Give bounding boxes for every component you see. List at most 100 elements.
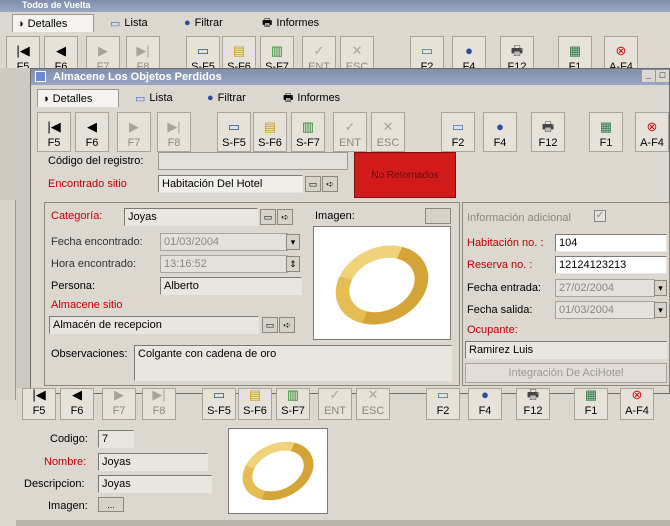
back-tab-lista[interactable]: ▭ Lista (106, 14, 152, 32)
toolbar-button-f12[interactable]: 🖶 F12 (500, 36, 534, 68)
toolbar-button-a-f4[interactable]: ⊗ A-F4 (604, 36, 638, 68)
goto-arrow-icon[interactable]: ➪ (279, 317, 295, 333)
info-adicional-checkbox[interactable]: ✓ (594, 210, 606, 222)
toolbar-button-f1[interactable]: ▦ F1 (589, 112, 623, 152)
toolbar-key-label: F8 (152, 405, 166, 417)
new-record-icon: ▭ (212, 387, 226, 402)
folder-icon[interactable]: ▭ (260, 209, 276, 225)
fecha-salida-field[interactable]: 01/03/2004 (555, 301, 655, 319)
next-record-icon: ▶ (114, 387, 124, 402)
next-record-icon: ▶ (129, 119, 139, 134)
previous-record-icon: ◀ (56, 43, 66, 58)
toolbar-button-ent[interactable]: ✓ ENT (333, 112, 367, 152)
reserva-field[interactable]: 12124123213 (555, 256, 667, 274)
status-badge: No Retornados (354, 152, 456, 198)
imagen-browse-button[interactable] (425, 208, 451, 224)
toolbar-button-f6[interactable]: ◀ F6 (44, 36, 78, 68)
toolbar-button-s-f5[interactable]: ▭ S-F5 (202, 388, 236, 420)
chevron-down-icon[interactable]: ▾ (654, 302, 667, 318)
encontrado-sitio-field[interactable]: Habitación Del Hotel (158, 175, 303, 193)
toolbar-button-f5[interactable]: |◀ F5 (6, 36, 40, 68)
maximize-icon[interactable]: □ (656, 70, 669, 82)
toolbar-button-f4[interactable]: ● F4 (483, 112, 517, 152)
toolbar-key-label: ESC (345, 61, 369, 68)
tab-detalles[interactable]: ◑ Detalles (37, 89, 119, 107)
toolbar-button-f5[interactable]: |◀ F5 (37, 112, 71, 152)
toolbar-button-f7[interactable]: ▶ F7 (117, 112, 151, 152)
toolbar-button-f2[interactable]: ▭ F2 (441, 112, 475, 152)
toolbar-button-ent[interactable]: ✓ ENT (302, 36, 336, 68)
spin-stepper-icon[interactable]: ⇕ (286, 256, 300, 272)
registro-field[interactable] (158, 152, 348, 170)
toolbar-button-s-f5[interactable]: ▭ S-F5 (186, 36, 220, 68)
toolbar-button-f6[interactable]: ◀ F6 (60, 388, 94, 420)
confirm-icon: ✓ (329, 387, 341, 402)
toolbar-button-f8[interactable]: ▶| F8 (126, 36, 160, 68)
edit-icon: ▭ (436, 387, 450, 402)
toolbar-button-f7[interactable]: ▶ F7 (102, 388, 136, 420)
categoria-field[interactable]: Joyas (124, 208, 258, 226)
observaciones-field[interactable]: Colgante con cadena de oro (134, 345, 452, 381)
status-strip (16, 520, 670, 526)
nombre-field[interactable]: Joyas (98, 453, 208, 471)
integracion-button[interactable]: Integración De AciHotel (465, 363, 667, 383)
fecha-field[interactable]: 01/03/2004 (160, 233, 288, 251)
persona-field[interactable]: Alberto (160, 277, 302, 295)
toolbar-button-f8[interactable]: ▶| F8 (157, 112, 191, 152)
almacene-sitio-field[interactable]: Almacén de recepcion (49, 316, 259, 334)
toolbar-button-f12[interactable]: 🖶 F12 (516, 388, 550, 420)
toolbar-button-s-f7[interactable]: ▥ S-F7 (276, 388, 310, 420)
tab-lista[interactable]: ▭ Lista (131, 89, 177, 107)
toolbar-button-f6[interactable]: ◀ F6 (75, 112, 109, 152)
toolbar-button-s-f5[interactable]: ▭ S-F5 (217, 112, 251, 152)
back-tab-filtrar[interactable]: ● Filtrar (180, 14, 227, 32)
descripcion-field[interactable]: Joyas (98, 475, 212, 493)
toolbar-button-f8[interactable]: ▶| F8 (142, 388, 176, 420)
toolbar-button-s-f6[interactable]: ▤ S-F6 (253, 112, 287, 152)
toolbar-button-esc[interactable]: ✕ ESC (371, 112, 405, 152)
toolbar-button-s-f6[interactable]: ▤ S-F6 (238, 388, 272, 420)
toolbar-button-f5[interactable]: |◀ F5 (22, 388, 56, 420)
back-tab-detalles[interactable]: ◑ Detalles (12, 14, 94, 32)
toolbar-button-f2[interactable]: ▭ F2 (410, 36, 444, 68)
bottom-imagen-label: Imagen: (48, 500, 88, 512)
print-icon: 🖶 (526, 387, 540, 402)
toolbar-button-f12[interactable]: 🖶 F12 (531, 112, 565, 152)
toolbar-button-f4[interactable]: ● F4 (452, 36, 486, 68)
toolbar-button-f2[interactable]: ▭ F2 (426, 388, 460, 420)
toolbar-key-label: F4 (493, 137, 507, 149)
last-record-icon: ▶| (167, 119, 181, 134)
toolbar-button-s-f7[interactable]: ▥ S-F7 (291, 112, 325, 152)
chevron-down-icon[interactable]: ▾ (654, 280, 667, 296)
tab-informes[interactable]: 🖶 Informes (279, 89, 344, 107)
codigo-label: Codigo: (50, 433, 88, 445)
chevron-down-icon[interactable]: ▾ (286, 234, 300, 250)
habitacion-field[interactable]: 104 (555, 234, 667, 252)
toolbar-button-a-f4[interactable]: ⊗ A-F4 (620, 388, 654, 420)
toolbar-button-esc[interactable]: ✕ ESC (356, 388, 390, 420)
goto-arrow-icon[interactable]: ➪ (322, 176, 338, 192)
minimize-icon[interactable]: _ (642, 70, 655, 82)
toolbar-button-esc[interactable]: ✕ ESC (340, 36, 374, 68)
toolbar-button-f7[interactable]: ▶ F7 (86, 36, 120, 68)
goto-arrow-icon[interactable]: ➪ (277, 209, 293, 225)
bottom-imagen-button[interactable]: ... (98, 497, 124, 512)
toolbar-button-s-f6[interactable]: ▤ S-F6 (222, 36, 256, 68)
tab-filtrar[interactable]: ● Filtrar (203, 89, 250, 107)
folder-icon[interactable]: ▭ (305, 176, 321, 192)
toolbar-button-ent[interactable]: ✓ ENT (318, 388, 352, 420)
ocupante-field[interactable]: Ramirez Luis (465, 341, 667, 359)
toolbar-button-f1[interactable]: ▦ F1 (558, 36, 592, 68)
toolbar-button-f1[interactable]: ▦ F1 (574, 388, 608, 420)
back-window-tabbar: ◑ Detalles ▭ Lista ● Filtrar 🖶 Informes (0, 12, 670, 34)
toolbar-button-s-f7[interactable]: ▥ S-F7 (260, 36, 294, 68)
toolbar-button-a-f4[interactable]: ⊗ A-F4 (635, 112, 669, 152)
toolbar-button-f4[interactable]: ● F4 (468, 388, 502, 420)
toolbar-key-label: F6 (54, 61, 68, 68)
persona-label: Persona: (51, 280, 96, 292)
back-tab-informes[interactable]: 🖶 Informes (258, 14, 323, 32)
folder-icon[interactable]: ▭ (262, 317, 278, 333)
hora-field[interactable]: 13:16:52 (160, 255, 288, 273)
fecha-entrada-field[interactable]: 27/02/2004 (555, 279, 655, 297)
codigo-field[interactable]: 7 (98, 430, 134, 448)
